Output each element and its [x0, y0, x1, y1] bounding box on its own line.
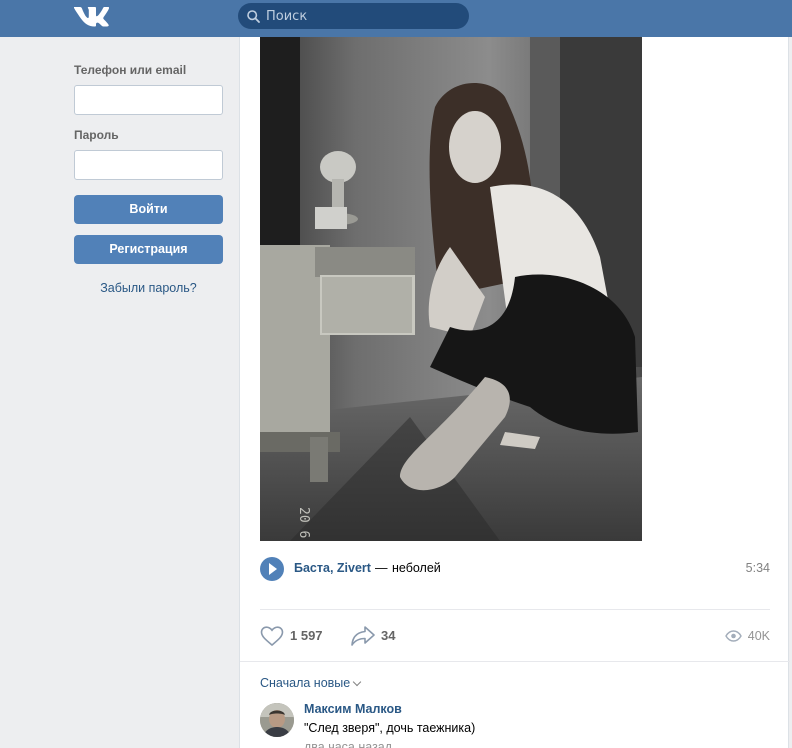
- post-card: 20 6 29 Баста, Zivert — неболей 5:34 1 5…: [239, 37, 790, 748]
- divider: [240, 661, 790, 662]
- play-icon[interactable]: [260, 557, 284, 581]
- vk-logo-icon[interactable]: [73, 5, 109, 27]
- heart-icon[interactable]: [260, 626, 284, 646]
- chevron-down-icon: [352, 677, 362, 687]
- search-input[interactable]: [266, 3, 461, 29]
- audio-artist[interactable]: Баста, Zivert: [294, 561, 371, 575]
- comment-text: "След зверя", дочь таежника): [304, 721, 476, 735]
- login-button[interactable]: Войти: [74, 195, 223, 224]
- audio-separator: —: [375, 561, 388, 575]
- post-photo[interactable]: 20 6 29: [260, 37, 642, 541]
- avatar[interactable]: [260, 703, 294, 737]
- avatar-image: [260, 703, 294, 737]
- views-count: 40K: [747, 629, 770, 643]
- password-field[interactable]: [74, 150, 223, 180]
- search-icon: [247, 10, 260, 23]
- audio-duration: 5:34: [745, 561, 770, 575]
- post-photo-image: 20 6 29: [260, 37, 642, 541]
- forgot-password-link[interactable]: Забыли пароль?: [74, 281, 223, 295]
- comment-sort-dropdown[interactable]: Сначала новые: [260, 676, 362, 690]
- like-count[interactable]: 1 597: [290, 628, 323, 643]
- share-count[interactable]: 34: [381, 628, 395, 643]
- phone-email-field[interactable]: [74, 85, 223, 115]
- share-icon[interactable]: [350, 625, 376, 647]
- post-actions: 1 597 34 40K: [260, 625, 770, 647]
- sort-label[interactable]: Сначала новые: [260, 676, 350, 690]
- top-header: [0, 0, 792, 37]
- audio-title: неболей: [392, 561, 441, 575]
- password-label: Пароль: [74, 128, 119, 142]
- divider: [260, 609, 770, 610]
- svg-text:20 6 29: 20 6 29: [296, 507, 311, 541]
- search-box[interactable]: [238, 3, 469, 29]
- comment-item: Максим Малков "След зверя", дочь таежник…: [260, 702, 770, 748]
- eye-icon: [725, 630, 742, 642]
- register-button[interactable]: Регистрация: [74, 235, 223, 264]
- comment-author[interactable]: Максим Малков: [304, 702, 402, 716]
- phone-label: Телефон или email: [74, 63, 187, 77]
- audio-track[interactable]: Баста, Zivert — неболей 5:34: [260, 556, 770, 582]
- comment-time[interactable]: два часа назад: [304, 740, 392, 748]
